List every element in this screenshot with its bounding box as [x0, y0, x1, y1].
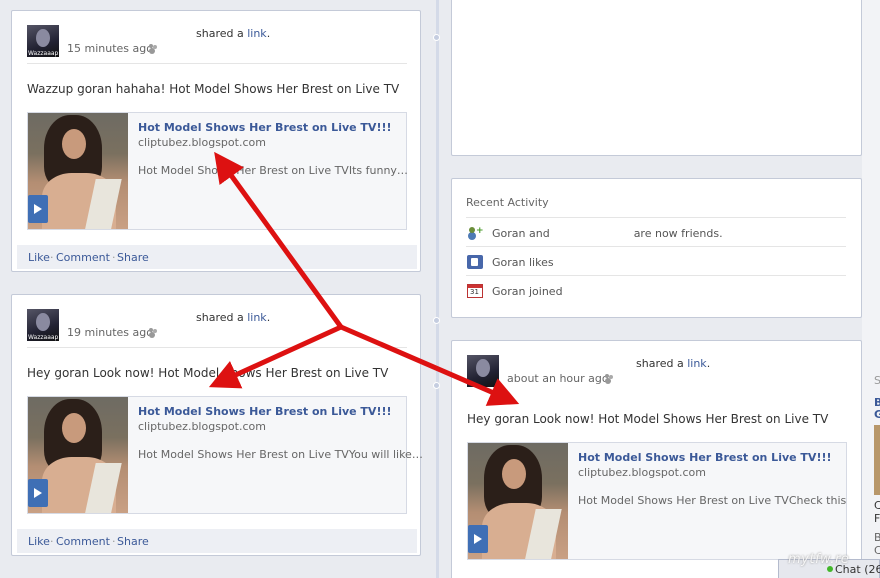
action-separator: · [112, 251, 116, 264]
story-card: shared a link. about an hour ago Hey gor… [451, 340, 862, 578]
empty-card [451, 0, 862, 156]
watermark: mytfw.re [788, 552, 850, 567]
story-actions: Like · Comment · Share [17, 529, 417, 553]
rail-thumbnail[interactable] [874, 425, 880, 495]
link-title[interactable]: Hot Model Shows Her Brest on Live TV!!! [138, 121, 392, 134]
calendar-icon [467, 284, 483, 298]
shared-line: shared a link. [636, 357, 710, 370]
shared-suffix: . [266, 27, 271, 40]
rail-link[interactable]: G [874, 408, 880, 421]
avatar[interactable]: Wazzaaap [27, 25, 59, 57]
link-attachment[interactable]: Hot Model Shows Her Brest on Live TV!!! … [27, 112, 408, 230]
share-button[interactable]: Share [117, 251, 149, 264]
shared-link[interactable]: link [247, 311, 266, 324]
rail-heading: S [874, 374, 880, 387]
like-icon [467, 255, 483, 269]
rail-text: F [874, 512, 880, 525]
link-thumbnail[interactable] [468, 443, 568, 559]
friends-icon[interactable] [149, 328, 158, 336]
friends-icon [467, 226, 484, 240]
link-domain: cliptubez.blogspot.com [138, 136, 266, 149]
divider [27, 347, 407, 348]
rail-text: C [874, 544, 880, 557]
shared-link[interactable]: link [247, 27, 266, 40]
activity-row[interactable]: Goran likes [466, 246, 846, 275]
activity-text[interactable]: Goran likes [492, 256, 554, 269]
friends-icon[interactable] [605, 374, 614, 382]
story-message: Wazzup goran hahaha! Hot Model Shows Her… [27, 82, 400, 96]
link-description: Hot Model Shows Her Brest on Live TVYou … [138, 448, 423, 461]
divider [27, 63, 407, 64]
link-attachment[interactable]: Hot Model Shows Her Brest on Live TV!!! … [27, 396, 423, 514]
timeline-spine [436, 0, 439, 578]
link-domain: cliptubez.blogspot.com [138, 420, 266, 433]
action-separator: · [50, 251, 54, 264]
recent-activity-title: Recent Activity [466, 196, 549, 209]
comment-button[interactable]: Comment [56, 535, 110, 548]
shared-prefix: shared a [636, 357, 688, 370]
share-button[interactable]: Share [117, 535, 149, 548]
timestamp[interactable]: 19 minutes ago [67, 326, 153, 339]
play-icon[interactable] [28, 479, 48, 507]
avatar[interactable]: Wazzaaap [27, 309, 59, 341]
link-attachment[interactable]: Hot Model Shows Her Brest on Live TV!!! … [467, 442, 847, 560]
shared-link[interactable]: link [687, 357, 706, 370]
shared-suffix: . [266, 311, 271, 324]
avatar-caption: Wazzaaap [28, 334, 59, 341]
shared-prefix: shared a [196, 27, 248, 40]
story-card: Wazzaaap shared a link. 19 minutes ago H… [11, 294, 423, 556]
avatar[interactable] [467, 355, 499, 387]
story-actions: Like · Comment · Share [17, 245, 417, 269]
rail-text: C [874, 499, 880, 512]
story-message: Hey goran Look now! Hot Model Shows Her … [467, 412, 829, 426]
timestamp[interactable]: about an hour ago [507, 372, 609, 385]
activity-text[interactable]: Goran and [492, 227, 550, 240]
action-separator: · [112, 535, 116, 548]
play-icon[interactable] [28, 195, 48, 223]
timeline-dot [433, 317, 440, 324]
link-thumbnail[interactable] [28, 113, 128, 229]
link-domain: cliptubez.blogspot.com [578, 466, 706, 479]
link-title[interactable]: Hot Model Shows Her Brest on Live TV!!! [578, 451, 832, 464]
action-separator: · [50, 535, 54, 548]
timeline-dot [433, 34, 440, 41]
friends-icon[interactable] [149, 44, 158, 52]
like-button[interactable]: Like [28, 251, 50, 264]
timestamp[interactable]: 15 minutes ago [67, 42, 153, 55]
activity-row[interactable]: Goran joined [466, 275, 846, 304]
link-title[interactable]: Hot Model Shows Her Brest on Live TV!!! [138, 405, 392, 418]
link-thumbnail[interactable] [28, 397, 128, 513]
shared-line: shared a link. [196, 311, 270, 324]
rail-text: B [874, 531, 880, 544]
avatar-caption: Wazzaaap [28, 50, 59, 57]
shared-suffix: . [706, 357, 711, 370]
recent-activity-card: Recent Activity Goran and are now friends… [451, 178, 862, 318]
timeline-dot [433, 382, 440, 389]
link-description: Hot Model Shows Her Brest on Live TVChec… [578, 494, 847, 507]
comment-button[interactable]: Comment [56, 251, 110, 264]
activity-text-suffix: are now friends. [633, 227, 723, 240]
story-card: Wazzaaap shared a link. 15 minutes ago W… [11, 10, 421, 272]
shared-prefix: shared a [196, 311, 248, 324]
shared-line: shared a link. [196, 27, 270, 40]
link-description: Hot Model Shows Her Brest on Live TVIts … [138, 164, 408, 177]
activity-row[interactable]: Goran and are now friends. [466, 217, 846, 246]
story-message: Hey goran Look now! Hot Model Shows Her … [27, 366, 389, 380]
like-button[interactable]: Like [28, 535, 50, 548]
activity-text[interactable]: Goran joined [492, 285, 563, 298]
play-icon[interactable] [468, 525, 488, 553]
